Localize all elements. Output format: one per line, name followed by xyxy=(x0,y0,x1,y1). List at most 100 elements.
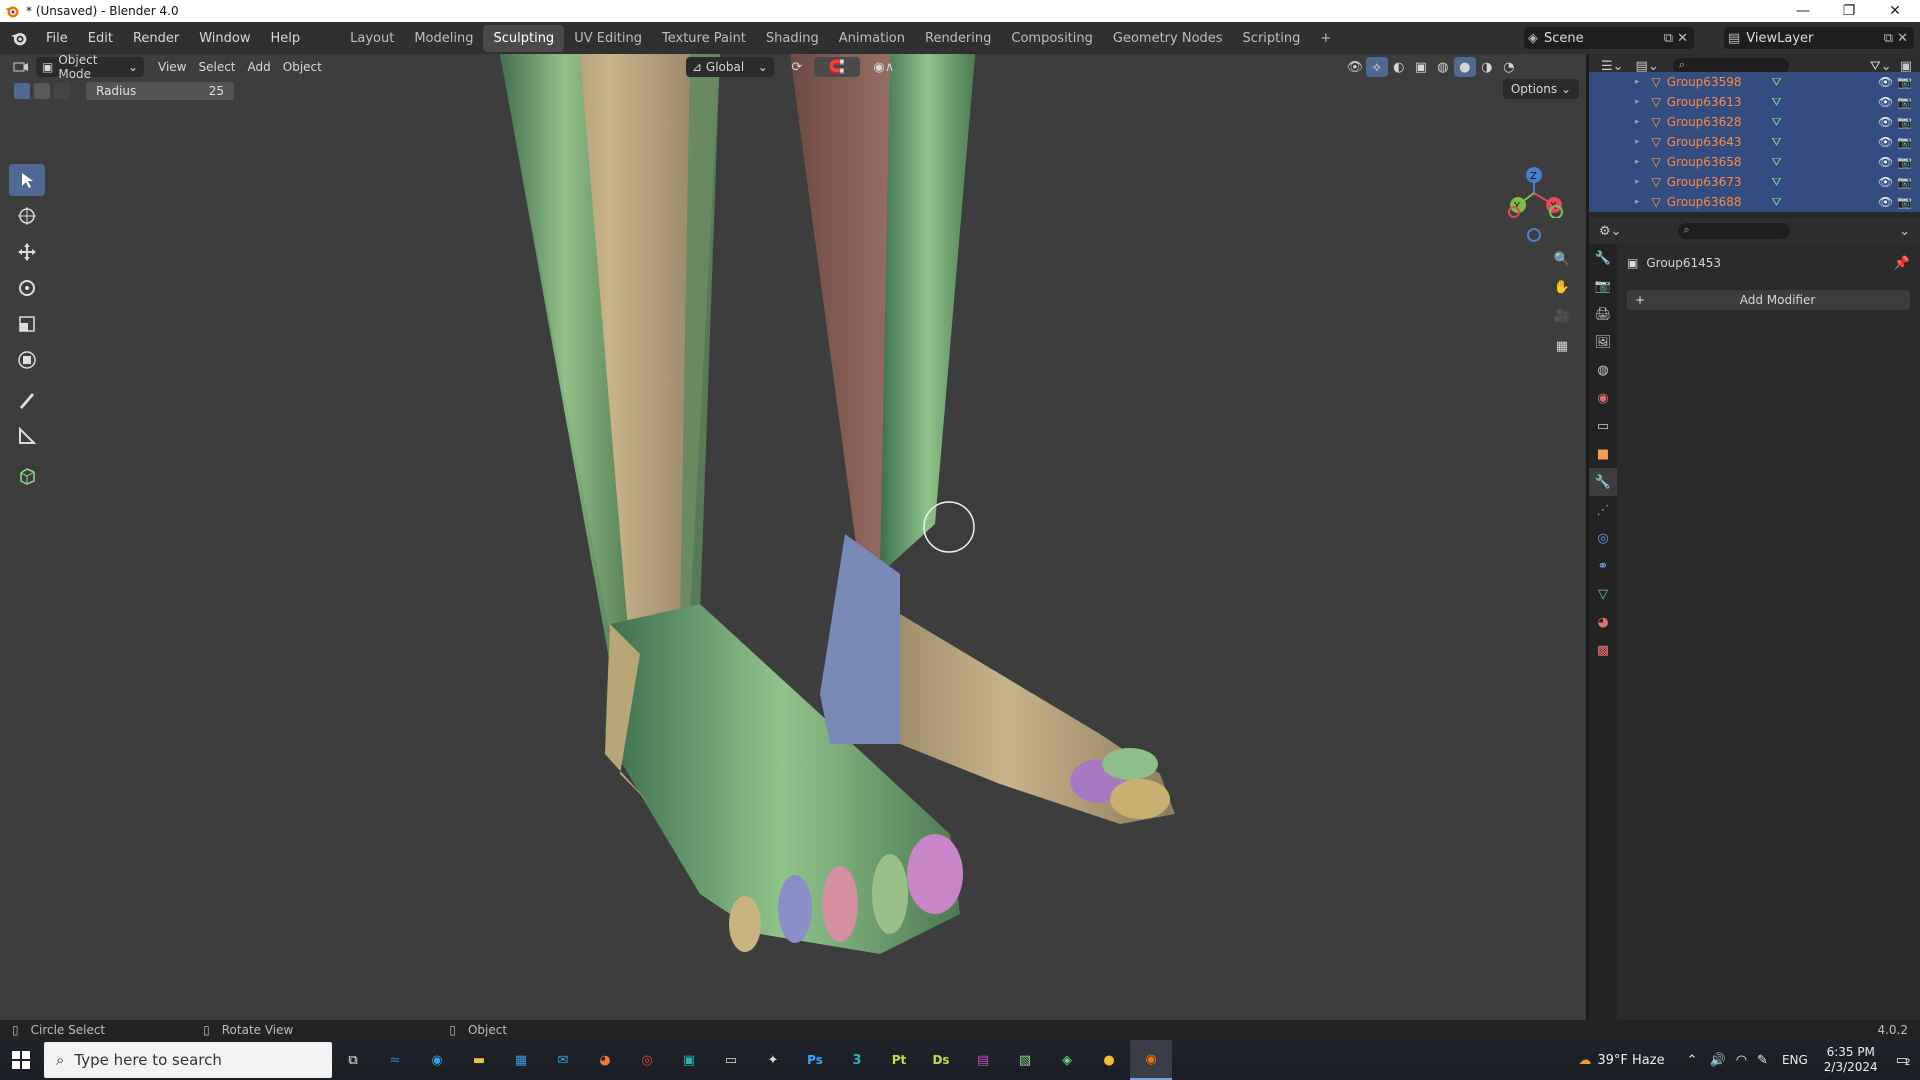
expand-arrow-icon[interactable]: ▸ xyxy=(1635,177,1640,187)
taskbar-search-input[interactable]: ⌕ Type here to search xyxy=(44,1042,332,1078)
transform-tool-icon[interactable] xyxy=(9,344,45,376)
blender-menu-icon[interactable] xyxy=(10,29,28,47)
physics-tab-icon[interactable]: ◎ xyxy=(1589,524,1617,552)
android-studio-icon[interactable]: ◈ xyxy=(1046,1040,1088,1080)
outliner-row[interactable]: ▸ ▽ Group63688 ⛛ 👁 📷 xyxy=(1589,192,1920,212)
volume-icon[interactable]: 🔊 xyxy=(1710,1053,1726,1068)
winrar-icon[interactable]: ▤ xyxy=(962,1040,1004,1080)
weather-widget[interactable]: ☁ 39°F Haze xyxy=(1578,1053,1664,1068)
expand-arrow-icon[interactable]: ▸ xyxy=(1635,97,1640,107)
store-icon[interactable]: ▦ xyxy=(500,1040,542,1080)
visibility-eye-icon[interactable]: 👁 📷 xyxy=(1878,95,1912,109)
menu-window[interactable]: Window xyxy=(189,31,260,46)
material-shading-icon[interactable]: ◑ xyxy=(1476,57,1498,77)
app-icon-wave[interactable]: ≈ xyxy=(374,1040,416,1080)
properties-editor-icon[interactable]: ⚙⌄ xyxy=(1599,224,1622,239)
rendered-shading-icon[interactable]: ◔ xyxy=(1498,57,1520,77)
close-window-button[interactable]: ✕ xyxy=(1872,0,1918,22)
camera-view-icon[interactable]: 🎥 xyxy=(1549,303,1575,329)
particles-tab-icon[interactable]: ⋰ xyxy=(1589,496,1617,524)
add-modifier-button[interactable]: + Add Modifier xyxy=(1627,290,1910,310)
notification-button[interactable]: ▭ 2 xyxy=(1896,1053,1911,1068)
pan-hand-icon[interactable]: ✋ xyxy=(1549,274,1575,300)
menu-add[interactable]: Add xyxy=(242,57,277,77)
expand-arrow-icon[interactable]: ▸ xyxy=(1635,77,1640,87)
xray-icon[interactable]: ▣ xyxy=(1410,57,1432,77)
zoom-icon[interactable]: 🔍 xyxy=(1549,246,1575,272)
scene-selector[interactable]: ◈ Scene ⧉ ✕ xyxy=(1524,27,1694,49)
wireframe-shading-icon[interactable]: ◍ xyxy=(1432,57,1454,77)
constraints-tab-icon[interactable]: ⚭ xyxy=(1589,552,1617,580)
visibility-eye-icon[interactable]: 👁 📷 xyxy=(1878,115,1912,129)
output-tab-icon[interactable]: 🖨 xyxy=(1589,300,1617,328)
select-mode-extend-icon[interactable] xyxy=(34,83,50,99)
overlay-icon[interactable]: ◐ xyxy=(1388,57,1410,77)
mail-icon[interactable]: ✉ xyxy=(542,1040,584,1080)
tab-compositing[interactable]: Compositing xyxy=(1001,25,1103,52)
visibility-eye-icon[interactable]: 👁 📷 xyxy=(1878,135,1912,149)
properties-search-input[interactable]: ⌕ xyxy=(1677,223,1790,239)
cursor-tool-icon[interactable] xyxy=(9,200,45,232)
tab-scripting[interactable]: Scripting xyxy=(1233,25,1311,52)
render-tab-icon[interactable]: 📷 xyxy=(1589,272,1617,300)
tab-layout[interactable]: Layout xyxy=(340,25,404,52)
visibility-eye-icon[interactable]: 👁 📷 xyxy=(1878,175,1912,189)
view-layer-tab-icon[interactable]: 🖼 xyxy=(1589,328,1617,356)
menu-file[interactable]: File xyxy=(36,31,78,46)
select-circle-tool-icon[interactable] xyxy=(9,164,45,196)
3d-app-icon[interactable]: ▣ xyxy=(668,1040,710,1080)
move-tool-icon[interactable] xyxy=(9,236,45,268)
collection-tab-icon[interactable]: ▭ xyxy=(1589,412,1617,440)
zbrush-icon[interactable]: ✦ xyxy=(752,1040,794,1080)
pin-icon[interactable]: 📌 xyxy=(1894,256,1910,271)
measure-tool-icon[interactable] xyxy=(9,420,45,452)
expand-arrow-icon[interactable]: ▸ xyxy=(1635,137,1640,147)
3dsmax-icon[interactable]: 3 xyxy=(836,1040,878,1080)
chrome-icon[interactable]: ◎ xyxy=(626,1040,668,1080)
tab-modeling[interactable]: Modeling xyxy=(404,25,483,52)
gizmo-toggle-icon[interactable]: ⟡ xyxy=(1365,57,1388,77)
menu-select[interactable]: Select xyxy=(192,57,241,77)
firefox-icon[interactable]: ◕ xyxy=(584,1040,626,1080)
image-app-icon[interactable]: ▭ xyxy=(710,1040,752,1080)
material-tab-icon[interactable]: ◕ xyxy=(1589,608,1617,636)
texture-tab-icon[interactable]: ▩ xyxy=(1589,636,1617,664)
menu-object[interactable]: Object xyxy=(277,57,328,77)
tab-uv-editing[interactable]: UV Editing xyxy=(564,25,652,52)
minimize-button[interactable]: — xyxy=(1780,0,1826,22)
navigation-gizmo[interactable]: Z X Y 🔍 ✋ 🎥 ▦ xyxy=(1496,108,1586,354)
editor-type-icon[interactable] xyxy=(10,57,32,77)
app-icon-circle[interactable]: ● xyxy=(1088,1040,1130,1080)
substance-painter-icon[interactable]: Pt xyxy=(878,1040,920,1080)
solid-shading-icon[interactable]: ● xyxy=(1453,57,1476,77)
outliner-row[interactable]: ▸ ▽ Group63598 ⛛ 👁 📷 xyxy=(1589,72,1920,92)
tab-geometry-nodes[interactable]: Geometry Nodes xyxy=(1103,25,1233,52)
visibility-icon[interactable]: 👁 xyxy=(1344,57,1366,77)
new-scene-icon[interactable]: ⧉ ✕ xyxy=(1664,31,1688,46)
scene-tab-icon[interactable]: ◍ xyxy=(1589,356,1617,384)
grid-toggle-icon[interactable]: ▦ xyxy=(1549,333,1575,359)
tray-chevron-icon[interactable]: ⌃ xyxy=(1687,1053,1698,1068)
menu-edit[interactable]: Edit xyxy=(78,31,123,46)
file-explorer-icon[interactable]: ▬ xyxy=(458,1040,500,1080)
start-button-icon[interactable] xyxy=(0,1040,42,1080)
select-mode-new-icon[interactable] xyxy=(14,83,30,99)
tab-texture-paint[interactable]: Texture Paint xyxy=(652,25,756,52)
add-cube-tool-icon[interactable] xyxy=(9,460,45,492)
menu-view[interactable]: View xyxy=(152,57,192,77)
outliner-row[interactable]: ▸ ▽ Group63613 ⛛ 👁 📷 xyxy=(1589,92,1920,112)
scale-tool-icon[interactable] xyxy=(9,308,45,340)
pivot-point-icon[interactable]: ⟳ xyxy=(782,57,812,77)
object-tab-icon[interactable]: ■ xyxy=(1589,440,1617,468)
3d-viewport[interactable]: ▣ Object Mode ⌄ View Select Add Object ⊿… xyxy=(0,54,1586,1020)
substance-designer-icon[interactable]: Ds xyxy=(920,1040,962,1080)
world-tab-icon[interactable]: ◉ xyxy=(1589,384,1617,412)
radius-field[interactable]: Radius 25 xyxy=(86,82,234,100)
data-tab-icon[interactable]: ▽ xyxy=(1589,580,1617,608)
language-indicator[interactable]: ENG xyxy=(1782,1053,1808,1067)
task-view-icon[interactable]: ⧉ xyxy=(332,1040,374,1080)
outliner-row[interactable]: ▸ ▽ Group63643 ⛛ 👁 📷 xyxy=(1589,132,1920,152)
blender-taskbar-icon[interactable]: ◉ xyxy=(1130,1040,1172,1080)
visibility-eye-icon[interactable]: 👁 📷 xyxy=(1878,75,1912,89)
photoshop-icon[interactable]: Ps xyxy=(794,1040,836,1080)
